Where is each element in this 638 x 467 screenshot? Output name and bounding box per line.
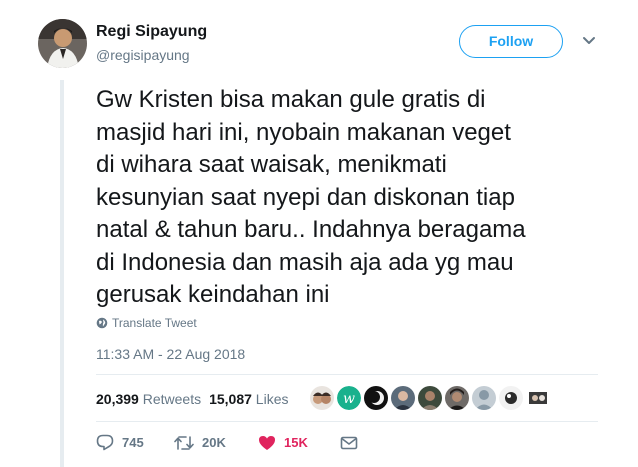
direct-message-button[interactable] — [340, 436, 358, 450]
globe-icon — [96, 317, 108, 329]
liker-avatar[interactable] — [526, 386, 550, 410]
tweet-actions: 745 20K 15K — [96, 434, 358, 451]
tweet-text: Gw Kristen bisa makan gule gratis di mas… — [96, 86, 526, 308]
svg-text:w: w — [343, 391, 355, 407]
direct-message-icon — [340, 436, 358, 449]
reply-icon — [96, 434, 114, 451]
display-name[interactable]: Regi Sipayung — [96, 23, 207, 41]
liker-avatar[interactable] — [472, 386, 496, 410]
divider — [96, 421, 598, 422]
translate-label: Translate Tweet — [112, 316, 197, 330]
follow-button[interactable]: Follow — [459, 25, 563, 58]
username-handle[interactable]: @regisipayung — [96, 47, 190, 63]
chevron-down-icon[interactable] — [582, 36, 596, 46]
divider — [96, 374, 598, 375]
like-count: 15K — [284, 435, 308, 450]
like-button[interactable]: 15K — [258, 435, 340, 451]
reply-button[interactable]: 745 — [96, 434, 164, 451]
liker-avatar[interactable] — [499, 386, 523, 410]
retweet-count: 20K — [202, 435, 226, 450]
heart-icon — [259, 435, 275, 450]
retweet-icon — [174, 435, 194, 450]
retweet-button[interactable]: 20K — [174, 435, 256, 451]
liker-avatar[interactable] — [310, 386, 334, 410]
avatar-image — [38, 19, 87, 68]
liker-avatar[interactable] — [418, 386, 442, 410]
reply-count: 745 — [122, 435, 144, 450]
retweets-stat[interactable]: 20,399 Retweets — [96, 391, 201, 407]
likes-count: 15,087 — [209, 391, 252, 407]
liker-avatar[interactable]: w — [337, 386, 361, 410]
likes-label: Likes — [255, 391, 289, 407]
retweets-count: 20,399 — [96, 391, 139, 407]
avatar[interactable] — [38, 19, 87, 68]
liker-avatar[interactable] — [364, 386, 388, 410]
likes-stat[interactable]: 15,087 Likes — [209, 391, 288, 407]
retweets-label: Retweets — [142, 391, 202, 407]
tweet-stats: 20,399 Retweets 15,087 Likes — [96, 391, 288, 407]
liker-avatar[interactable] — [391, 386, 415, 410]
liker-avatar[interactable] — [445, 386, 469, 410]
translate-tweet-link[interactable]: Translate Tweet — [96, 316, 197, 330]
liker-avatars: w — [310, 386, 550, 410]
thread-line — [60, 80, 64, 467]
timestamp[interactable]: 11:33 AM - 22 Aug 2018 — [96, 346, 245, 362]
